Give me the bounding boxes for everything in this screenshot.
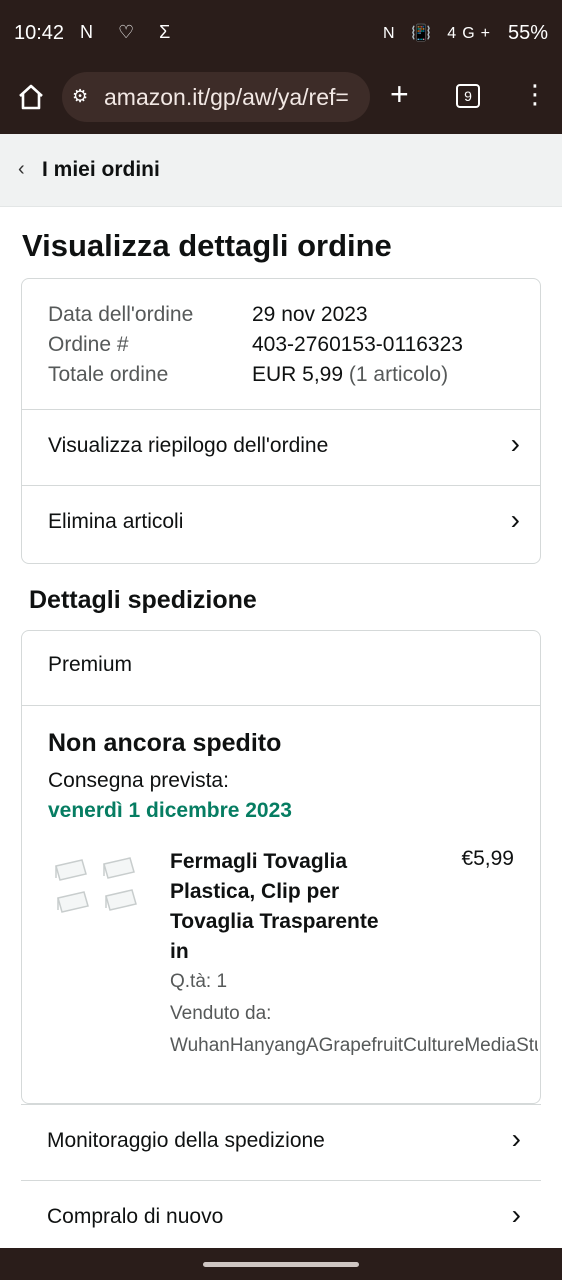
sold-by-label: Venduto da: [170, 1003, 272, 1024]
seller-name[interactable]: WuhanHanyangAGrapefruitCultureMediaStudi… [170, 1035, 538, 1057]
url-text[interactable]: amazon.it/gp/aw/ya/ref= [104, 84, 364, 111]
shipment-card: Premium Non ancora spedito Consegna prev… [21, 630, 541, 1104]
gesture-nav-bar [0, 1248, 562, 1280]
address-bar[interactable]: ⚙ amazon.it/gp/aw/ya/ref= [62, 72, 370, 122]
delivery-date: venerdì 1 dicembre 2023 [48, 799, 292, 822]
product-price: €5,99 [461, 847, 514, 870]
shipping-service: Premium [48, 653, 133, 676]
delivery-label: Consegna prevista: [48, 769, 229, 792]
home-icon[interactable] [16, 82, 46, 112]
view-order-summary-label[interactable]: Visualizza riepilogo dell'ordine [48, 434, 328, 458]
browser-toolbar: ⚙ amazon.it/gp/aw/ya/ref= + 9 ⋮ [0, 68, 562, 134]
more-menu-icon[interactable]: ⋮ [522, 78, 548, 110]
chevron-right-icon: › [511, 1199, 521, 1230]
order-date-value: 29 nov 2023 [252, 303, 368, 326]
system-status-bar: 10:42 N ♡ Σ N 📳 4G+ 55% [0, 0, 562, 68]
shipment-section-title: Dettagli spedizione [29, 586, 257, 614]
new-tab-icon[interactable]: + [390, 78, 409, 110]
tab-switcher-button[interactable]: 9 [456, 84, 480, 108]
view-order-summary-link[interactable]: Visualizza riepilogo dell'ordine › [22, 409, 540, 486]
chevron-right-icon: › [510, 428, 520, 459]
delete-items-link[interactable]: Elimina articoli › [22, 485, 540, 563]
back-label[interactable]: I miei ordini [42, 158, 160, 182]
delete-items-label[interactable]: Elimina articoli [48, 510, 183, 534]
chevron-left-icon: ‹ [18, 158, 25, 180]
order-total-value: EUR 5,99 (1 articolo) [252, 363, 449, 386]
chevron-right-icon: › [511, 1123, 521, 1154]
track-shipment-link[interactable]: Monitoraggio della spedizione › [21, 1104, 541, 1181]
divider [22, 705, 540, 706]
product-quantity: Q.tà: 1 [170, 971, 228, 992]
order-date-label: Data dell'ordine [48, 303, 194, 326]
home-gesture-pill[interactable] [203, 1262, 359, 1267]
buy-again-label[interactable]: Compralo di nuovo [47, 1205, 223, 1229]
notification-icons: N ♡ Σ [80, 22, 181, 42]
shipment-status: Non ancora spedito [48, 729, 282, 757]
site-settings-icon[interactable]: ⚙ [72, 86, 88, 107]
track-shipment-label[interactable]: Monitoraggio della spedizione [47, 1129, 325, 1153]
order-total-label: Totale ordine [48, 363, 169, 386]
battery-indicator: 55% [507, 22, 548, 44]
order-number-label: Ordine # [48, 333, 129, 356]
product-title[interactable]: Fermagli Tovaglia Plastica, Clip per Tov… [170, 847, 420, 967]
signal-icons: N 📳 4G+ [382, 25, 496, 42]
buy-again-link[interactable]: Compralo di nuovo › [21, 1180, 541, 1249]
clock: 10:42 [14, 22, 65, 44]
product-image[interactable] [52, 856, 148, 938]
order-info-card: Data dell'ordine 29 nov 2023 Ordine # 40… [21, 278, 541, 564]
page-title: Visualizza dettagli ordine [22, 228, 392, 263]
order-number-value: 403-2760153-0116323 [252, 333, 463, 356]
chevron-right-icon: › [510, 504, 520, 535]
back-to-orders[interactable]: ‹ I miei ordini [0, 134, 562, 207]
